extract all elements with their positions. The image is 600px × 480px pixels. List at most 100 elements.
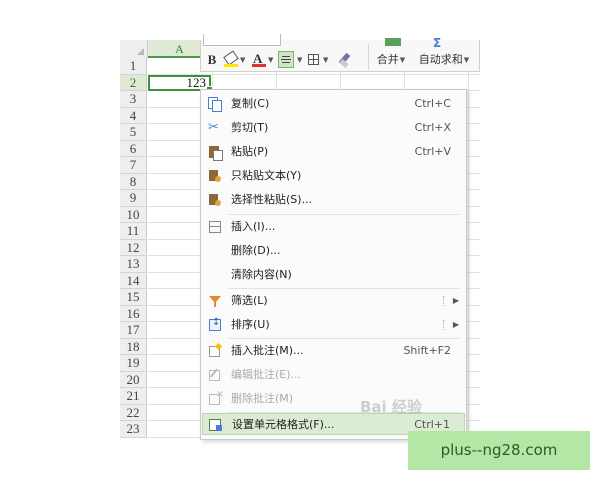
menu-item-delete[interactable]: 删除(D)... (202, 240, 465, 262)
menu-item-shortcut: Ctrl+V (414, 145, 451, 158)
bold-button[interactable]: B (205, 51, 219, 69)
sort-icon (208, 317, 222, 332)
menu-item-label: 插入(I)... (231, 220, 276, 233)
menu-item-label: 插入批注(M)... (231, 344, 304, 357)
menu-separator (228, 214, 460, 215)
row-header[interactable]: 20 (120, 371, 147, 388)
site-watermark: plus--ng28.com (408, 431, 590, 470)
menu-item-insert-comment[interactable]: 插入批注(M)... Shift+F2 (202, 340, 465, 362)
border-button[interactable]: ▼ (307, 51, 333, 69)
chevron-down-icon[interactable]: ▼ (464, 56, 469, 64)
autosum-button[interactable]: 自动求和▼ (413, 51, 475, 69)
format-cells-icon (209, 418, 223, 432)
chevron-down-icon[interactable]: ▼ (240, 51, 245, 69)
chevron-down-icon[interactable]: ▼ (268, 51, 273, 69)
row-header[interactable]: 19 (120, 355, 147, 372)
menu-item-paste-text-only[interactable]: 只粘贴文本(Y) (202, 165, 465, 187)
font-color-swatch (252, 64, 266, 67)
autosum-label: 自动求和 (418, 53, 463, 66)
row-header[interactable]: 3 (120, 91, 147, 108)
menu-item-label: 删除(D)... (231, 244, 281, 257)
merge-button[interactable]: 合并▼ (373, 51, 409, 69)
select-all-corner[interactable] (120, 40, 148, 59)
paste-special-icon (208, 193, 222, 207)
menu-item-label: 剪切(T) (231, 121, 269, 134)
chevron-down-icon[interactable]: ▼ (323, 51, 328, 69)
row-header[interactable]: 6 (120, 140, 147, 157)
insert-icon (208, 220, 222, 234)
menu-item-label: 复制(C) (231, 97, 270, 110)
row-header[interactable]: 12 (120, 239, 147, 256)
row-header[interactable]: 15 (120, 289, 147, 306)
baidu-watermark: Bai 经验 (360, 398, 422, 416)
row-header[interactable]: 1 (120, 58, 147, 75)
fill-color-swatch (224, 64, 238, 67)
paste-icon (208, 145, 223, 161)
align-button[interactable]: ▼ (278, 51, 304, 69)
mini-toolbar: B ▼ A ▼ ▼ ▼ 合并▼ Σ 自动求和▼ (200, 34, 480, 72)
merge-cells-icon (385, 38, 401, 46)
menu-item-copy[interactable]: 复制(C) Ctrl+C (202, 93, 465, 115)
site-watermark-text: plus--ng28.com (440, 441, 558, 459)
toolbar-divider (368, 44, 369, 70)
menu-item-label: 删除批注(M) (231, 392, 294, 405)
copy-icon (208, 97, 222, 112)
column-header-label: A (175, 42, 184, 56)
row-header[interactable]: 7 (120, 157, 147, 174)
menu-separator (228, 338, 460, 339)
row-header[interactable]: 18 (120, 338, 147, 355)
menu-separator (228, 288, 460, 289)
scissors-icon: ✂ (208, 120, 219, 135)
column-divider (468, 58, 469, 440)
row-header[interactable]: 5 (120, 124, 147, 141)
row-header[interactable]: 22 (120, 404, 147, 421)
menu-item-label: 排序(U) (231, 318, 270, 331)
align-center-icon (278, 51, 294, 68)
format-painter-button[interactable] (338, 51, 357, 69)
menu-item-filter[interactable]: 筛选(L) ▶ (202, 290, 465, 312)
menu-item-shortcut: Ctrl+C (414, 97, 451, 110)
menu-item-paste[interactable]: 粘贴(P) Ctrl+V (202, 141, 465, 163)
row-header[interactable]: 8 (120, 173, 147, 190)
row-header[interactable]: 2 (120, 74, 147, 91)
menu-item-delete-comment: 删除批注(M) (202, 388, 465, 410)
row-header[interactable]: 14 (120, 272, 147, 289)
font-name-input[interactable] (203, 34, 281, 46)
menu-item-label: 只粘贴文本(Y) (231, 169, 302, 182)
menu-item-paste-special[interactable]: 选择性粘贴(S)... (202, 189, 465, 211)
menu-item-insert[interactable]: 插入(I)... (202, 216, 465, 238)
border-grid-icon (308, 54, 319, 65)
menu-item-label: 设置单元格格式(F)... (232, 418, 335, 431)
row-header[interactable]: 13 (120, 256, 147, 273)
submenu-divider (443, 320, 445, 330)
sigma-icon: Σ (433, 36, 442, 50)
menu-item-sort[interactable]: 排序(U) ▶ (202, 314, 465, 336)
menu-item-label: 选择性粘贴(S)... (231, 193, 313, 206)
menu-item-edit-comment: 编辑批注(E)... (202, 364, 465, 386)
fill-color-button[interactable]: ▼ (222, 50, 248, 69)
menu-item-cut[interactable]: ✂ 剪切(T) Ctrl+X (202, 117, 465, 139)
chevron-right-icon: ▶ (452, 296, 459, 305)
chevron-down-icon[interactable]: ▼ (400, 56, 405, 64)
chevron-right-icon: ▶ (452, 320, 459, 329)
menu-item-clear-contents[interactable]: 清除内容(N) (202, 264, 465, 286)
row-header[interactable]: 23 (120, 421, 147, 438)
chevron-down-icon[interactable]: ▼ (297, 51, 302, 69)
paste-text-icon (208, 169, 222, 183)
context-menu: 复制(C) Ctrl+C ✂ 剪切(T) Ctrl+X 粘贴(P) Ctrl+V… (200, 89, 467, 440)
menu-item-label: 编辑批注(E)... (231, 368, 302, 381)
menu-item-shortcut: Shift+F2 (403, 344, 451, 357)
delete-comment-icon (208, 389, 224, 406)
row-header[interactable]: 11 (120, 223, 147, 240)
filter-icon (208, 294, 222, 308)
row-header[interactable]: 10 (120, 206, 147, 223)
cell-value: 123 (186, 75, 207, 90)
row-header[interactable]: 9 (120, 190, 147, 207)
menu-item-label: 清除内容(N) (231, 268, 292, 281)
row-header[interactable]: 17 (120, 322, 147, 339)
row-header[interactable]: 21 (120, 388, 147, 405)
row-header[interactable]: 4 (120, 107, 147, 124)
format-painter-tip (339, 59, 349, 68)
font-color-button[interactable]: A ▼ (250, 51, 276, 69)
row-header[interactable]: 16 (120, 305, 147, 322)
